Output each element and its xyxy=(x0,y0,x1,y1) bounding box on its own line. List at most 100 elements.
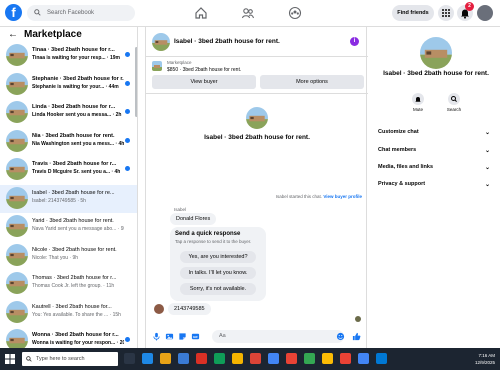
groups-icon[interactable] xyxy=(288,6,302,20)
unread-dot xyxy=(125,80,130,86)
message-input[interactable]: Aa xyxy=(212,330,344,343)
message-composer: GIF Aa xyxy=(146,327,368,347)
conversation-item[interactable]: Wonna · 3bed 2bath house for r... Wonna i… xyxy=(0,327,137,348)
conversation-item[interactable]: Tinaa · 3bed 2bath house for r... Tinaa i… xyxy=(0,42,137,71)
svg-text:GIF: GIF xyxy=(193,335,198,339)
incoming-message[interactable]: 2143749585 xyxy=(168,303,211,315)
mute-label: Mute xyxy=(412,107,423,112)
conversation-item[interactable]: Travis · 3bed 2bath house for r... Travis… xyxy=(0,156,137,185)
windows-start-icon[interactable] xyxy=(5,354,15,364)
house-thumbnail xyxy=(6,272,28,294)
row-label: Media, files and links xyxy=(378,164,434,170)
listing-summary[interactable]: Marketplace $850 · 3bed 2bath house for … xyxy=(152,60,364,74)
house-thumbnail xyxy=(6,158,28,180)
view-buyer-button[interactable]: View buyer xyxy=(152,75,256,89)
conversation-item[interactable]: Kautrell · 3bed 2bath house for... You: Y… xyxy=(0,299,137,328)
search-icon xyxy=(34,9,41,16)
conversation-name: Wonna · 3bed 2bath house for r... xyxy=(32,332,119,338)
unread-dot xyxy=(125,337,130,342)
house-thumbnail xyxy=(6,215,28,237)
chevron-down-icon: ⌄ xyxy=(484,130,490,136)
listing-price-title: $850 · 3bed 2bath house for rent. xyxy=(167,67,242,73)
taskbar-search-input[interactable]: Type here to search xyxy=(22,352,118,366)
chevron-down-icon: ⌄ xyxy=(484,148,490,154)
conversation-item[interactable]: Isabel · 3bed 2bath house for re... Isabe… xyxy=(0,184,137,213)
search-conversation-button[interactable]: Search xyxy=(444,93,464,112)
chat-title[interactable]: Isabel · 3bed 2bath house for rent. xyxy=(174,38,280,45)
privacy-support-row[interactable]: Privacy & support ⌄ xyxy=(378,181,494,188)
house-thumbnail xyxy=(6,186,28,209)
mute-button[interactable]: Mute xyxy=(408,93,428,112)
chat-panel: Isabel · 3bed 2bath house for rent. i Ma… xyxy=(145,27,368,348)
thumbs-up-icon[interactable] xyxy=(352,332,361,341)
chrome-icon[interactable] xyxy=(232,353,243,364)
gif-icon[interactable]: GIF xyxy=(191,332,200,341)
started-text: Isabel started this chat. xyxy=(275,194,323,199)
conversation-name: Travis · 3bed 2bath house for r... xyxy=(32,161,117,167)
view-buyer-profile-link[interactable]: View buyer profile xyxy=(323,194,362,199)
conversation-item[interactable]: Stephanie · 3bed 2bath house for r... Ste… xyxy=(0,71,137,100)
quick-reply-button[interactable]: In talks. I'll let you know. xyxy=(180,267,256,279)
chrome-icon[interactable] xyxy=(322,353,333,364)
notification-count-badge: 2 xyxy=(465,2,474,11)
emoji-icon[interactable] xyxy=(336,332,345,341)
listing-source-label: Marketplace xyxy=(167,60,192,65)
conversation-name: Thomas · 3bed 2bath house for r... xyxy=(32,275,117,281)
app-icon[interactable] xyxy=(196,353,207,364)
quick-reply-button[interactable]: Yes, are you interested? xyxy=(180,251,256,263)
search-facebook-input[interactable]: Search Facebook xyxy=(27,5,135,21)
quick-response-subtitle: Tap a response to send it to the buyer. xyxy=(175,239,252,244)
conversation-item[interactable]: Thomas · 3bed 2bath house for r... Thomas… xyxy=(0,270,137,299)
quick-reply-button[interactable]: Sorry, it's not available. xyxy=(180,283,256,295)
conversation-name: Stephanie · 3bed 2bath house for r... xyxy=(32,75,124,82)
conversation-name: Nia · 3bed 2bath house for rent. xyxy=(32,132,115,139)
store-icon[interactable] xyxy=(178,353,189,364)
conversation-item[interactable]: Yarid · 3bed 2bath house for rent. Nava Y… xyxy=(0,213,137,242)
conversation-item[interactable]: Linda · 3bed 2bath house for r... Linda H… xyxy=(0,99,137,128)
house-thumbnail xyxy=(6,44,28,66)
microphone-icon[interactable] xyxy=(152,332,161,341)
image-icon[interactable] xyxy=(165,332,174,341)
chrome-icon[interactable] xyxy=(304,353,315,364)
sidebar-scrollbar[interactable] xyxy=(135,47,137,117)
house-thumbnail xyxy=(6,129,28,152)
conversation-name: Kautrell · 3bed 2bath house for... xyxy=(32,303,112,310)
more-options-button[interactable]: More options xyxy=(260,75,364,89)
conversation-preview: Wonna is waiting for your respon... · 20… xyxy=(32,340,124,346)
chevron-down-icon: ⌄ xyxy=(484,165,490,171)
row-label: Privacy & support xyxy=(378,181,426,187)
info-icon[interactable]: i xyxy=(350,37,359,46)
chrome-icon[interactable] xyxy=(340,353,351,364)
intro-title: Isabel · 3bed 2bath house for rent. xyxy=(204,134,310,141)
house-thumbnail[interactable] xyxy=(152,33,170,51)
house-thumbnail xyxy=(6,329,28,348)
unread-dot xyxy=(125,109,130,114)
sticker-icon[interactable] xyxy=(178,332,187,341)
edge-browser-icon[interactable] xyxy=(142,353,153,364)
house-thumbnail xyxy=(6,101,28,123)
chrome-icon[interactable] xyxy=(358,353,369,364)
customize-chat-row[interactable]: Customize chat ⌄ xyxy=(378,129,494,136)
house-thumbnail xyxy=(6,72,28,95)
conversation-item[interactable]: Nia · 3bed 2bath house for rent. Nia Wash… xyxy=(0,128,137,157)
find-friends-button[interactable]: Find friends xyxy=(392,5,434,21)
app-icon[interactable] xyxy=(214,353,225,364)
chat-members-row[interactable]: Chat members ⌄ xyxy=(378,147,494,154)
facebook-logo[interactable]: f xyxy=(5,4,22,21)
chrome-icon[interactable] xyxy=(250,353,261,364)
app-icon[interactable] xyxy=(376,353,387,364)
clock[interactable]: 7:16 AM 12/9/2025 xyxy=(463,352,495,366)
chrome-icon[interactable] xyxy=(268,353,279,364)
account-avatar[interactable] xyxy=(477,5,493,21)
incoming-message[interactable]: Donald Flores xyxy=(170,213,217,225)
conversation-item[interactable]: Nicole · 3bed 2bath house for rent. Nicol… xyxy=(0,242,137,271)
conversation-preview: Nava Yarid sent you a message abo... · 9… xyxy=(32,226,124,232)
friends-icon[interactable] xyxy=(241,6,255,20)
chrome-icon[interactable] xyxy=(286,353,297,364)
menu-button[interactable] xyxy=(438,5,454,21)
media-files-links-row[interactable]: Media, files and links ⌄ xyxy=(378,164,494,171)
file-explorer-icon[interactable] xyxy=(160,353,171,364)
back-arrow-icon[interactable]: ← xyxy=(8,29,18,40)
home-icon[interactable] xyxy=(194,6,208,20)
task-view-icon[interactable] xyxy=(124,353,135,364)
